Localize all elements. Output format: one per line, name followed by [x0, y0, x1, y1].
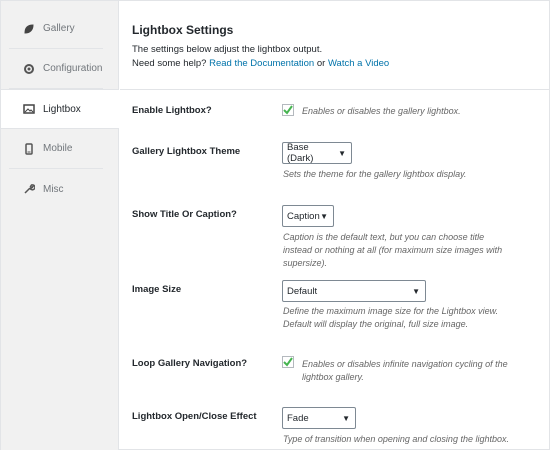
effect-label: Lightbox Open/Close Effect	[132, 411, 257, 422]
chevron-down-icon: ▼	[412, 287, 420, 296]
settings-main: Lightbox Settings The settings below adj…	[120, 1, 550, 450]
settings-sidebar: Gallery Configuration Lightbox Mobile Mi	[1, 1, 119, 450]
theme-help: Sets the theme for the gallery lightbox …	[283, 169, 467, 179]
leaf-icon	[21, 21, 37, 37]
chevron-down-icon: ▼	[338, 149, 346, 158]
caption-label: Show Title Or Caption?	[132, 209, 237, 220]
sidebar-item-label: Configuration	[43, 63, 103, 74]
theme-select[interactable]: Base (Dark) ▼	[282, 142, 352, 164]
settings-panel: Gallery Configuration Lightbox Mobile Mi	[0, 0, 550, 450]
image-icon	[21, 101, 37, 117]
theme-label: Gallery Lightbox Theme	[132, 146, 241, 157]
sidebar-item-label: Lightbox	[43, 103, 81, 115]
effect-help: Type of transition when opening and clos…	[283, 434, 509, 444]
sidebar-item-mobile[interactable]: Mobile	[9, 129, 103, 169]
enable-lightbox-checkbox[interactable]	[282, 104, 294, 116]
checkmark-icon	[283, 357, 293, 367]
sidebar-item-label: Mobile	[43, 143, 73, 154]
image-size-help: Define the maximum image size for the Li…	[283, 306, 499, 329]
loop-navigation-help: Enables or disables infinite navigation …	[302, 359, 508, 382]
divider	[120, 89, 550, 90]
enable-lightbox-help: Enables or disables the gallery lightbox…	[302, 106, 461, 116]
loop-navigation-checkbox[interactable]	[282, 356, 294, 368]
sidebar-item-gallery[interactable]: Gallery	[9, 9, 103, 49]
caption-help: Caption is the default text, but you can…	[283, 232, 503, 268]
loop-navigation-label: Loop Gallery Navigation?	[132, 358, 248, 369]
page-title: Lightbox Settings	[132, 23, 234, 37]
sidebar-item-lightbox[interactable]: Lightbox	[1, 89, 119, 129]
sidebar-item-label: Misc	[43, 183, 64, 195]
sidebar-item-label: Gallery	[43, 23, 75, 34]
caption-select[interactable]: Caption ▼	[282, 205, 334, 227]
wrench-icon	[21, 181, 37, 197]
gear-icon	[21, 61, 37, 77]
checkmark-icon	[283, 105, 293, 115]
page-description: The settings below adjust the lightbox o…	[132, 44, 390, 69]
chevron-down-icon: ▼	[342, 414, 350, 423]
video-link[interactable]: Watch a Video	[328, 58, 389, 69]
chevron-down-icon: ▼	[320, 212, 328, 221]
sidebar-item-misc[interactable]: Misc	[9, 169, 103, 209]
effect-select[interactable]: Fade ▼	[282, 407, 356, 429]
documentation-link[interactable]: Read the Documentation	[209, 58, 314, 69]
image-size-label: Image Size	[132, 284, 182, 295]
enable-lightbox-label: Enable Lightbox?	[132, 105, 212, 116]
image-size-select[interactable]: Default ▼	[282, 280, 426, 302]
sidebar-item-configuration[interactable]: Configuration	[9, 49, 103, 89]
mobile-icon	[21, 141, 37, 157]
